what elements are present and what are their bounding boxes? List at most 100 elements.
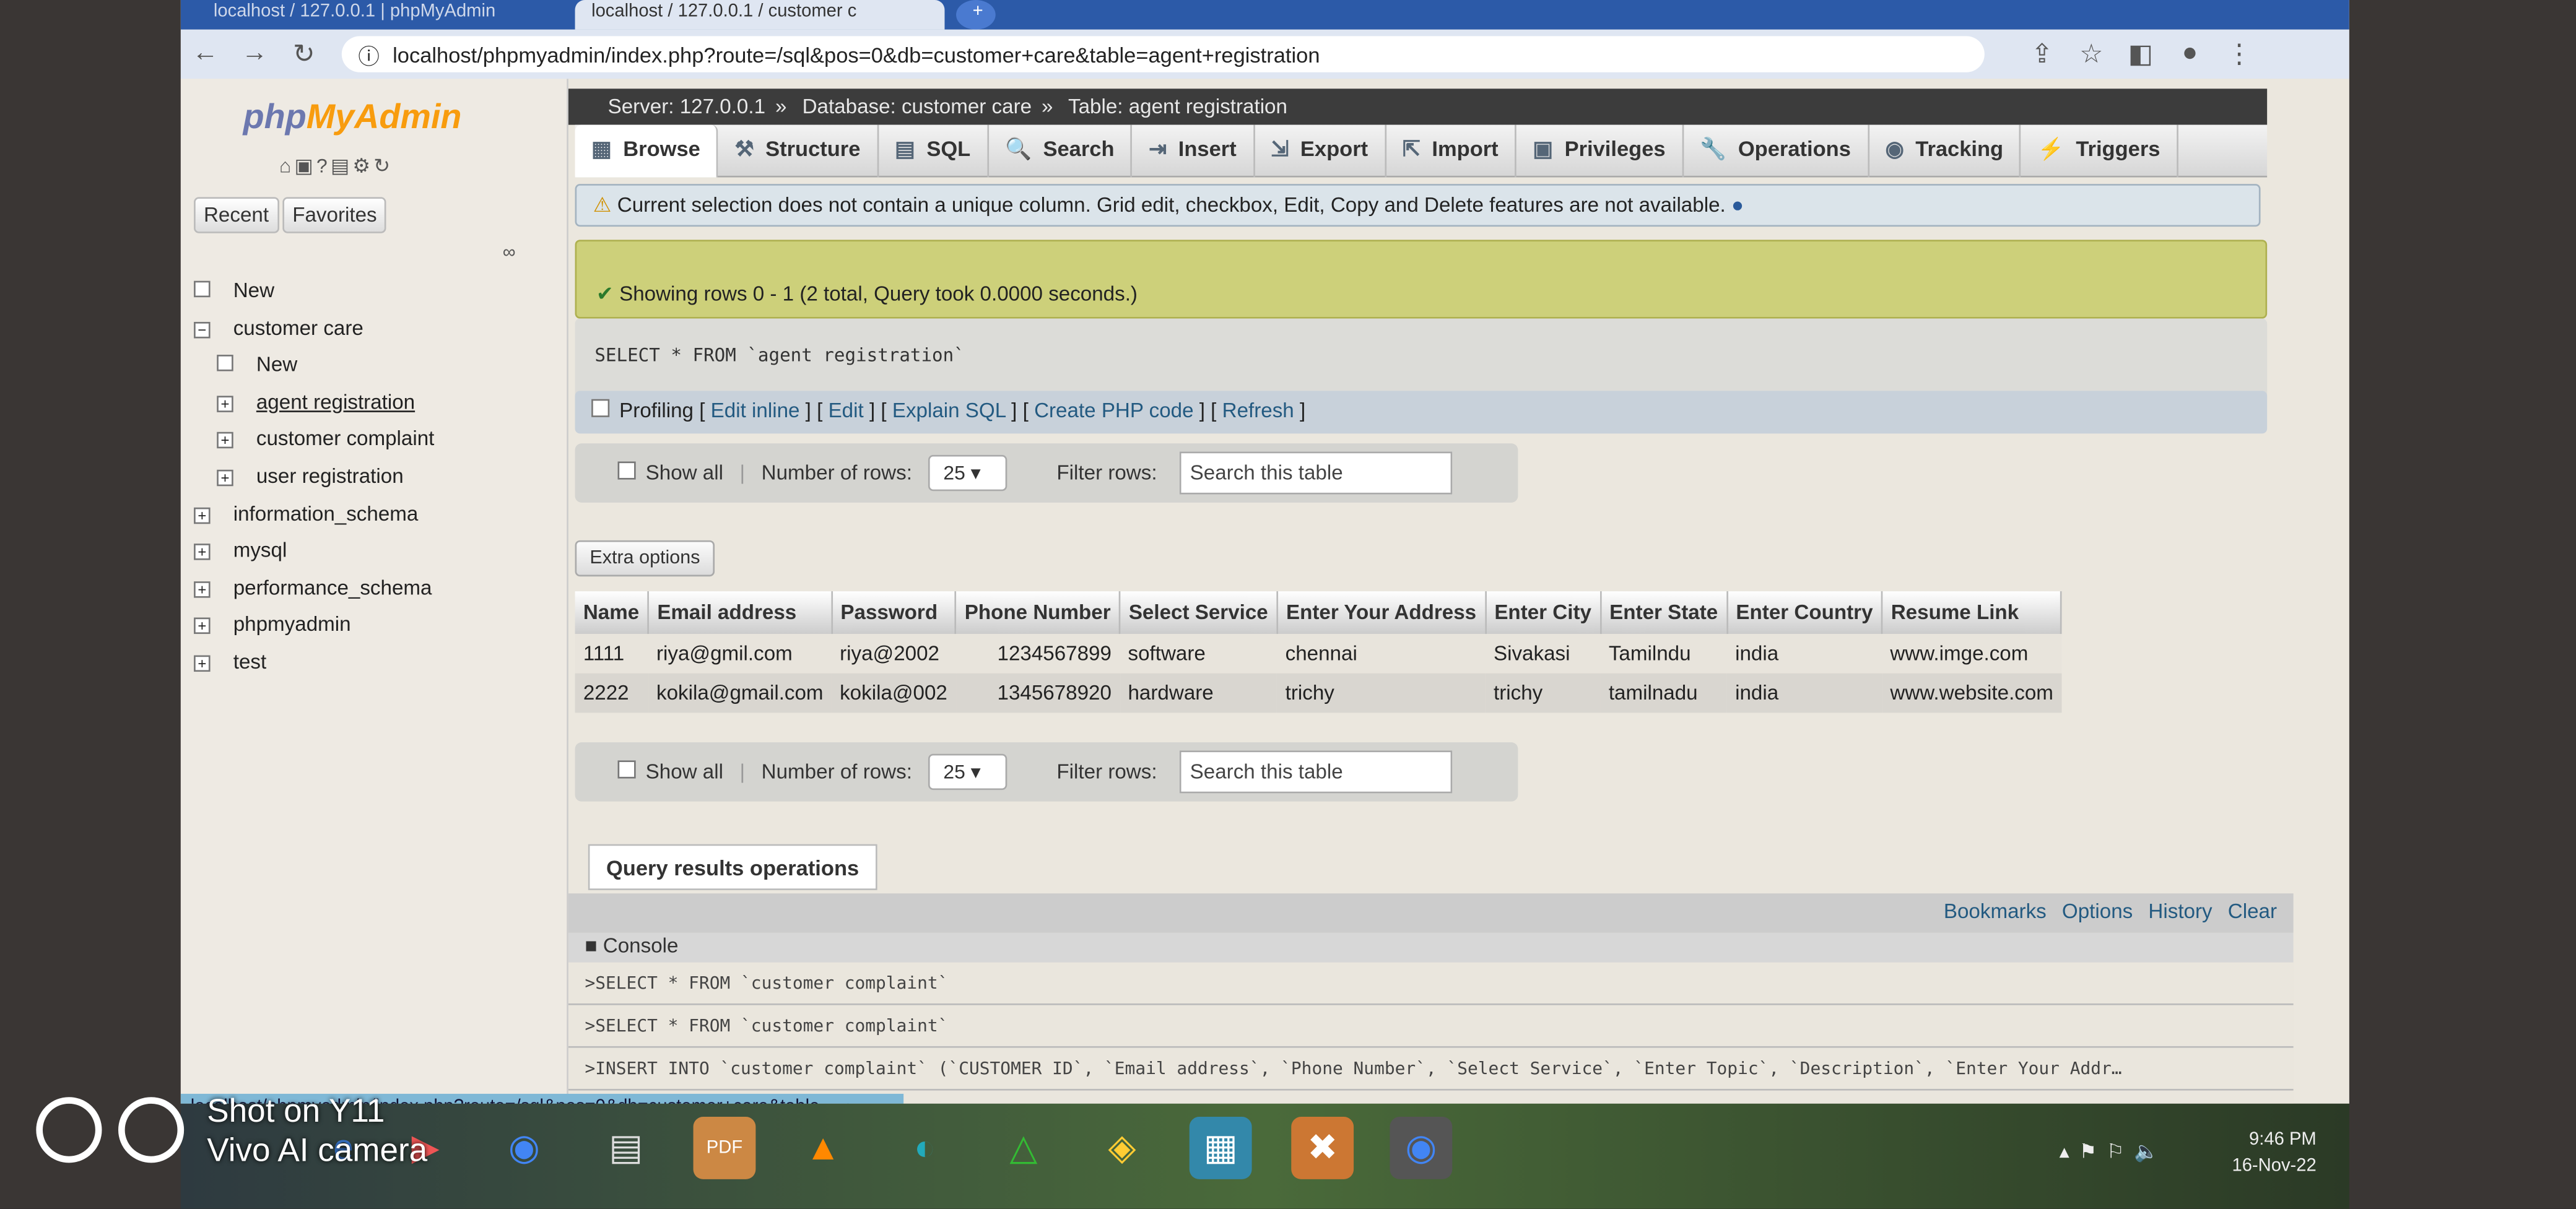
browser-shield-icon[interactable]: ◈ bbox=[1091, 1117, 1154, 1179]
new-tab-button[interactable]: + bbox=[956, 0, 996, 30]
edit-link[interactable]: Edit bbox=[829, 399, 864, 422]
home-icon[interactable]: ⌂ bbox=[279, 154, 295, 177]
vlc-icon[interactable]: ▲ bbox=[792, 1117, 855, 1179]
create-php-code-link[interactable]: Create PHP code bbox=[1034, 399, 1193, 422]
explain-sql-link[interactable]: Explain SQL bbox=[892, 399, 1006, 422]
column-header[interactable]: Resume Link bbox=[1882, 591, 2063, 635]
new-icon[interactable] bbox=[194, 280, 211, 298]
edge-icon[interactable]: ◐ bbox=[894, 1117, 956, 1179]
xampp-icon[interactable]: ✖ bbox=[1291, 1117, 1354, 1179]
column-header[interactable]: Enter State bbox=[1600, 591, 1728, 635]
expand-icon[interactable]: + bbox=[217, 395, 233, 412]
column-header[interactable]: Name bbox=[575, 591, 650, 635]
expand-icon[interactable]: + bbox=[194, 581, 211, 598]
tree-item[interactable]: + phpmyadmin bbox=[194, 613, 351, 636]
console-header[interactable]: ■ Console bbox=[568, 932, 2294, 963]
chrome-active-icon[interactable]: ◉ bbox=[1390, 1117, 1453, 1179]
expand-icon[interactable]: + bbox=[217, 469, 233, 487]
tab-export[interactable]: ⇲ Export bbox=[1255, 124, 1386, 178]
help-icon[interactable]: ? bbox=[316, 154, 331, 177]
docs-icon[interactable]: ▤ bbox=[331, 154, 352, 177]
help-icon[interactable]: ● bbox=[1731, 194, 1744, 217]
tab-sql[interactable]: ▤ SQL bbox=[879, 124, 989, 178]
history-link[interactable]: History bbox=[2148, 900, 2212, 923]
column-header[interactable]: Phone Number bbox=[955, 591, 1121, 635]
extra-options-button[interactable]: Extra options bbox=[575, 540, 715, 577]
column-header[interactable]: Select Service bbox=[1120, 591, 1278, 635]
pdf-icon[interactable]: PDF bbox=[693, 1117, 756, 1179]
column-header[interactable]: Enter Your Address bbox=[1277, 591, 1487, 635]
back-icon[interactable]: ← bbox=[181, 40, 230, 69]
tab-import[interactable]: ⇱ Import bbox=[1386, 124, 1516, 178]
expand-icon[interactable]: + bbox=[194, 655, 211, 672]
tree-item[interactable]: + test bbox=[194, 651, 266, 674]
breadcrumb-database[interactable]: Database: customer care bbox=[803, 95, 1032, 118]
new-icon[interactable] bbox=[217, 355, 233, 372]
expand-icon[interactable]: + bbox=[217, 432, 233, 449]
breadcrumb-server[interactable]: Server: 127.0.0.1 bbox=[608, 95, 765, 118]
star-icon[interactable]: ☆ bbox=[2066, 38, 2116, 71]
rows-select[interactable]: 25 ▾ bbox=[928, 454, 1007, 492]
browser-tab-customer[interactable]: localhost / 127.0.0.1 / customer c bbox=[575, 0, 945, 30]
menu-icon[interactable]: ⋮ bbox=[2214, 38, 2264, 71]
options-link[interactable]: Options bbox=[2062, 900, 2133, 923]
exit-icon[interactable]: ▣ bbox=[295, 154, 316, 177]
filter-rows-input[interactable]: Search this table bbox=[1180, 451, 1453, 495]
clear-link[interactable]: Clear bbox=[2228, 900, 2277, 923]
tree-item[interactable]: New bbox=[217, 353, 297, 376]
bookmarks-link[interactable]: Bookmarks bbox=[1944, 900, 2047, 923]
tab-operations[interactable]: 🔧 Operations bbox=[1684, 124, 1869, 178]
show-all-checkbox[interactable]: Show all bbox=[617, 760, 723, 783]
tray-icons[interactable]: ▴⚑⚐🔈 bbox=[2060, 1140, 2169, 1163]
tab-tracking[interactable]: ◉ Tracking bbox=[1869, 124, 2022, 178]
browser-tab-phpmyadmin[interactable]: localhost / 127.0.0.1 | phpMyAdmin bbox=[197, 0, 567, 30]
query-results-operations[interactable]: Query results operations bbox=[588, 844, 877, 890]
forward-icon[interactable]: → bbox=[230, 40, 279, 69]
profile-avatar[interactable]: ● bbox=[2165, 40, 2215, 69]
reload-icon[interactable]: ↻ bbox=[279, 38, 329, 71]
tab-insert[interactable]: ⇥ Insert bbox=[1133, 124, 1255, 178]
breadcrumb-table[interactable]: Table: agent registration bbox=[1068, 95, 1287, 118]
rows-select[interactable]: 25 ▾ bbox=[928, 753, 1007, 791]
refresh-link[interactable]: Refresh bbox=[1222, 399, 1294, 422]
share-icon[interactable]: ⇪ bbox=[2017, 38, 2067, 71]
tree-item[interactable]: + agent registration bbox=[217, 391, 415, 414]
tab-privileges[interactable]: ▣ Privileges bbox=[1516, 124, 1684, 178]
console-line[interactable]: >SELECT * FROM `customer complaint` bbox=[568, 1005, 2294, 1048]
tab-browse[interactable]: ▦ Browse bbox=[575, 124, 719, 178]
url-input[interactable]: ⓘ localhost/phpmyadmin/index.php?route=/s… bbox=[341, 36, 1985, 72]
tab-structure[interactable]: ⚒ Structure bbox=[718, 124, 879, 178]
tree-item[interactable]: + mysql bbox=[194, 539, 287, 562]
favorites-button[interactable]: Favorites bbox=[282, 197, 387, 233]
column-header[interactable]: Enter Country bbox=[1726, 591, 1883, 635]
column-header[interactable]: Password bbox=[831, 591, 957, 635]
tree-item[interactable]: + performance_schema bbox=[194, 576, 432, 599]
console-line[interactable]: >SELECT * FROM `customer complaint` bbox=[568, 963, 2294, 1005]
app-triangle-icon[interactable]: △ bbox=[992, 1117, 1055, 1179]
column-header[interactable]: Email address bbox=[648, 591, 833, 635]
settings-icon[interactable]: ⚙ bbox=[352, 154, 373, 177]
console-line[interactable]: >INSERT INTO `customer complaint` (`CUST… bbox=[568, 1048, 2294, 1091]
control-panel-icon[interactable]: ▦ bbox=[1189, 1117, 1252, 1179]
reload-nav-icon[interactable]: ↻ bbox=[373, 154, 393, 177]
tree-item[interactable]: + information_schema bbox=[194, 502, 418, 525]
tab-triggers[interactable]: ⚡ Triggers bbox=[2021, 124, 2178, 178]
show-all-checkbox[interactable]: Show all bbox=[617, 461, 723, 485]
expand-icon[interactable]: + bbox=[194, 618, 211, 635]
edit-inline-link[interactable]: Edit inline bbox=[711, 399, 800, 422]
recent-button[interactable]: Recent bbox=[194, 197, 279, 233]
sidebar-icon[interactable]: ◧ bbox=[2116, 38, 2165, 71]
expand-icon[interactable]: + bbox=[194, 506, 211, 524]
tree-item[interactable]: New bbox=[194, 279, 274, 302]
filter-rows-input[interactable]: Search this table bbox=[1180, 750, 1453, 794]
tree-item[interactable]: + customer complaint bbox=[217, 428, 434, 451]
tree-item[interactable]: + user registration bbox=[217, 465, 404, 488]
profiling-checkbox[interactable] bbox=[591, 399, 610, 417]
column-header[interactable]: Enter City bbox=[1485, 591, 1601, 635]
link-icon[interactable]: ∞ bbox=[503, 243, 516, 263]
tree-item[interactable]: − customer care bbox=[194, 316, 363, 339]
chrome-icon[interactable]: ◉ bbox=[493, 1117, 555, 1179]
phpmyadmin-logo[interactable]: phpMyAdmin bbox=[243, 98, 462, 138]
tab-search[interactable]: 🔍 Search bbox=[988, 124, 1133, 178]
expand-icon[interactable]: + bbox=[194, 544, 211, 561]
